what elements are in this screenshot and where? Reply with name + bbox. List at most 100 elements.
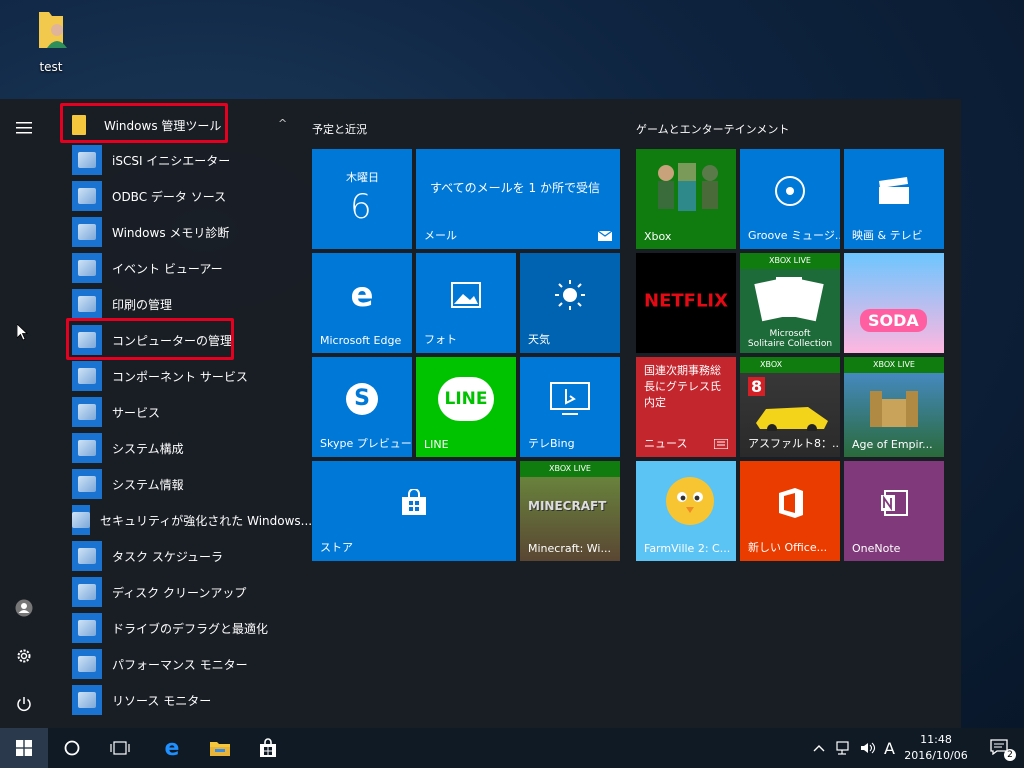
hamburger-button[interactable] [0, 108, 48, 148]
ime-indicator[interactable]: A [884, 739, 895, 758]
tile-office[interactable]: 新しい Office... [740, 461, 840, 561]
task-view-button[interactable] [96, 728, 144, 768]
power-button[interactable] [0, 684, 48, 724]
tile-minecraft[interactable]: XBOX LIVE MINECRAFT Minecraft: Wi... [520, 461, 620, 561]
action-center-button[interactable]: 2 [976, 728, 1024, 768]
minecraft-logo: MINECRAFT [528, 499, 607, 513]
app-item-memory-diagnostic[interactable]: Windows メモリ診断 [72, 216, 302, 248]
app-list: Windows 管理ツール ^ iSCSI イニシエーター ODBC データ ソ… [58, 99, 312, 728]
event-viewer-icon [72, 253, 102, 283]
app-label: システム情報 [112, 477, 184, 492]
tile-weather[interactable]: 天気 [520, 253, 620, 353]
app-item-odbc[interactable]: ODBC データ ソース [72, 180, 302, 212]
firewall-icon [72, 505, 90, 535]
app-item-event-viewer[interactable]: イベント ビューアー [72, 252, 302, 284]
tile-groove[interactable]: Groove ミュージ... [740, 149, 840, 249]
app-label: iSCSI イニシエーター [112, 153, 231, 168]
store-label: ストア [320, 541, 353, 554]
photos-icon [451, 282, 481, 308]
taskbar-explorer-button[interactable] [196, 728, 244, 768]
desktop-icon-label: test [39, 60, 63, 74]
task-view-icon [110, 741, 130, 755]
app-item-component-services[interactable]: コンポーネント サービス [72, 360, 302, 392]
tile-age-of-empires[interactable]: XBOX LIVE Age of Empir... [844, 357, 944, 457]
tile-netflix[interactable]: NETFLIX [636, 253, 736, 353]
user-account-button[interactable] [0, 588, 48, 628]
tile-calendar[interactable]: 木曜日 6 [312, 149, 412, 249]
solitaire-title: Microsoft Solitaire Collection [740, 329, 840, 349]
app-label: パフォーマンス モニター [112, 657, 248, 672]
app-item-system-information[interactable]: システム情報 [72, 468, 302, 500]
clock[interactable]: 11:48 2016/10/06 [904, 732, 968, 764]
app-item-resource-monitor[interactable]: リソース モニター [72, 684, 302, 716]
clock-date: 2016/10/06 [904, 749, 968, 762]
section-title-right: ゲームとエンターテインメント [636, 123, 790, 136]
taskbar-store-button[interactable] [244, 728, 292, 768]
mail-label: メール [424, 229, 457, 242]
start-menu: Windows 管理ツール ^ iSCSI イニシエーター ODBC データ ソ… [0, 99, 961, 728]
tile-movies[interactable]: 映画 & テレビ [844, 149, 944, 249]
app-item-task-scheduler[interactable]: タスク スケジューラ [72, 540, 302, 572]
news-headline: 国連次期事務総長にグテレス氏内定 [644, 364, 721, 409]
tile-line[interactable]: LINE LINE [416, 357, 516, 457]
taskbar-edge-button[interactable]: e [148, 728, 196, 768]
desktop-icon-test[interactable]: test [26, 8, 76, 74]
search-button[interactable] [48, 728, 96, 768]
show-hidden-icons-chevron-icon[interactable] [812, 743, 826, 753]
app-item-windows-firewall[interactable]: セキュリティが強化された Windows... [72, 504, 312, 536]
app-item-iscsi[interactable]: iSCSI イニシエーター [72, 144, 302, 176]
calendar-date: 6 [350, 187, 372, 227]
edge-label: Microsoft Edge [320, 334, 402, 347]
tile-farmville[interactable]: FarmVille 2: C... [636, 461, 736, 561]
app-item-services[interactable]: サービス [72, 396, 302, 428]
skype-icon: S [346, 383, 378, 415]
services-gear-icon [72, 397, 102, 427]
tile-onenote[interactable]: OneNote [844, 461, 944, 561]
app-label: セキュリティが強化された Windows... [100, 513, 313, 528]
xbox-label: Xbox [644, 230, 672, 243]
app-label: コンポーネント サービス [112, 369, 248, 384]
user-icon [15, 599, 33, 617]
candy-logo: SODA [860, 309, 927, 332]
tile-asphalt[interactable]: XBOX 8 アスファルト8：... [740, 357, 840, 457]
tile-mail[interactable]: すべてのメールを 1 か所で受信 メール [416, 149, 620, 249]
odbc-icon [72, 181, 102, 211]
tile-photos[interactable]: フォト [416, 253, 516, 353]
tile-solitaire[interactable]: XBOX LIVE Microsoft Solitaire Collection [740, 253, 840, 353]
start-button[interactable] [0, 728, 48, 768]
tile-store[interactable]: ストア [312, 461, 516, 561]
tile-news[interactable]: 国連次期事務総長にグテレス氏内定 ニュース [636, 357, 736, 457]
mail-text: すべてのメールを 1 か所で受信 [430, 181, 600, 195]
tile-edge[interactable]: e Microsoft Edge [312, 253, 412, 353]
gear-icon [17, 649, 31, 663]
minecraft-label: Minecraft: Wi... [528, 542, 611, 555]
performance-monitor-icon [72, 649, 102, 679]
store-bag-icon [402, 489, 426, 515]
app-item-print-management[interactable]: 印刷の管理 [72, 288, 302, 320]
app-item-performance-monitor[interactable]: パフォーマンス モニター [72, 648, 302, 680]
collapse-chevron-icon[interactable]: ^ [278, 117, 287, 130]
settings-button[interactable] [0, 636, 48, 676]
tile-bing[interactable]: テレBing [520, 357, 620, 457]
notification-icon: 2 [990, 739, 1016, 761]
highlight-box-computer-management [66, 318, 234, 360]
groove-label: Groove ミュージ... [748, 229, 840, 242]
clock-icon [72, 541, 102, 571]
app-item-disk-cleanup[interactable]: ディスク クリーンアップ [72, 576, 302, 608]
app-item-defrag[interactable]: ドライブのデフラグと最適化 [72, 612, 302, 644]
edge-icon: e [350, 275, 374, 315]
tile-xbox[interactable]: Xbox [636, 149, 736, 249]
xbox-live-badge: XBOX LIVE [740, 253, 840, 269]
movies-label: 映画 & テレビ [852, 229, 923, 242]
volume-icon[interactable] [860, 741, 876, 755]
weather-label: 天気 [528, 333, 550, 346]
clapperboard-icon [879, 177, 909, 204]
tile-candy-crush[interactable]: SODA [844, 253, 944, 353]
network-icon[interactable] [836, 741, 852, 755]
tile-skype[interactable]: S Skype プレビュー [312, 357, 412, 457]
app-item-system-configuration[interactable]: システム構成 [72, 432, 302, 464]
hamburger-icon [16, 122, 32, 134]
news-label: ニュース [644, 437, 688, 450]
xbox-badge: XBOX [740, 357, 840, 373]
newspaper-icon [714, 439, 728, 449]
